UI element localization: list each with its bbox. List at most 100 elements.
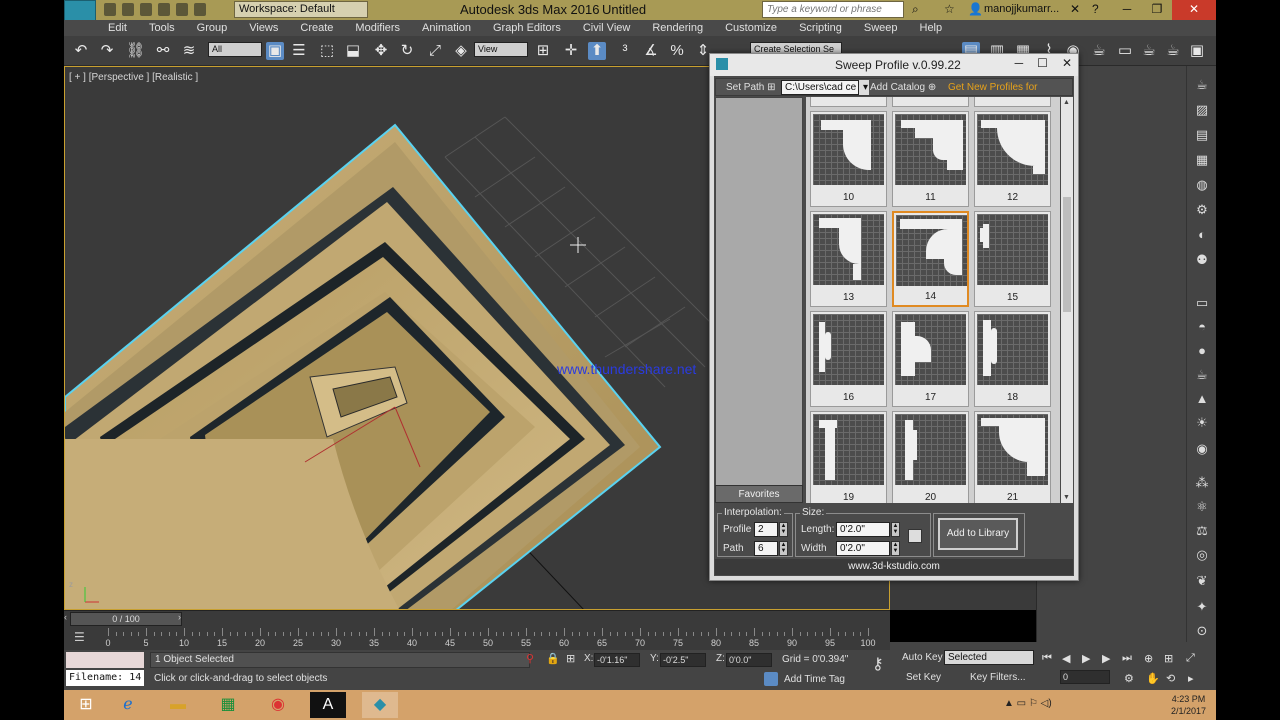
rectangular-selection-icon[interactable]: ⬚ [318,42,336,60]
tray-icons[interactable]: ▲ ▭ ⚐ ◁) [1004,698,1052,709]
save-icon[interactable] [140,3,152,16]
x-coordinate[interactable]: -0'1.16" [594,653,640,667]
window-crossing-icon[interactable]: ⬓ [344,42,362,60]
windows-start-icon[interactable]: ⊞ [68,692,104,718]
absolute-mode-icon[interactable]: ⊞ [566,652,575,665]
menu-help[interactable]: Help [920,20,943,36]
lock-icon[interactable] [908,529,922,543]
menu-views[interactable]: Views [249,20,278,36]
internet-explorer-icon[interactable]: ℯ [110,692,146,718]
scrollbar-thumb[interactable] [1063,197,1071,312]
plane-icon[interactable]: ▭ [1192,294,1212,312]
render-iterative-icon[interactable]: ☕ [1164,42,1182,60]
profile-tile[interactable]: 19 [810,411,887,503]
frame-ruler[interactable]: 0 5 10 15 20 25 30 35 40 45 50 55 60 65 70 75 80 85 90 95 10… [105,626,888,650]
zoom-icon[interactable]: ⊙ [1192,622,1212,640]
rendered-frame-icon[interactable]: ▭ [1116,42,1134,60]
teapot-2-icon[interactable]: ☕ [1192,366,1212,384]
select-manipulate-icon[interactable]: ✛ [562,42,580,60]
utilities-icon[interactable]: ⚙ [1192,201,1212,219]
store-icon[interactable]: ▦ [210,692,246,718]
maxscript-listener-input[interactable] [66,652,144,668]
time-slider-knob[interactable]: 0 / 100 [70,612,182,626]
place-icon[interactable]: ◈ [452,42,470,60]
link-icon[interactable]: ⛓ [126,42,145,60]
exchange-icon[interactable]: ✕ [1070,2,1080,16]
auto-key-button[interactable]: Auto Key [902,652,943,663]
teapot-icon[interactable]: ☕ [1192,76,1212,94]
length-input[interactable]: 0'2.0" [836,522,890,537]
z-coordinate[interactable]: 0'0.0" [726,653,772,667]
previous-frame-icon[interactable]: ◀ [1062,652,1070,665]
isolate-icon[interactable]: ⚲ [526,652,534,665]
circle-icon[interactable]: ● [1192,342,1212,360]
y-coordinate[interactable]: -0'2.5" [660,653,706,667]
globe-icon[interactable]: ◎ [1192,546,1212,564]
cone-icon[interactable]: ▲ [1192,390,1212,408]
get-new-profiles-link[interactable]: Get New Profiles for Sweep [944,80,1072,108]
menu-group[interactable]: Group [197,20,228,36]
maxscript-output[interactable]: Filename: 14 [66,670,144,686]
current-frame-input[interactable]: 0 [1060,670,1110,684]
menu-tools[interactable]: Tools [149,20,175,36]
autocad-icon[interactable]: A [310,692,346,718]
go-to-end-icon[interactable]: ⏭ [1122,652,1132,665]
scroll-down-icon[interactable]: ▼ [1063,494,1070,501]
key-icon[interactable]: ⚷ [872,654,884,674]
time-tag-icon[interactable] [764,672,778,686]
maximize-viewport-icon[interactable]: ⤢ [1186,652,1195,665]
favorites-button[interactable]: Favorites [715,485,803,503]
dialog-maximize-icon[interactable]: ☐ [1037,56,1048,70]
menu-customize[interactable]: Customize [725,20,777,36]
keyboard-shortcut-override-icon[interactable]: ⬆ [588,42,606,60]
redo-icon[interactable] [176,3,188,16]
rotate-icon[interactable]: ↻ [398,42,416,60]
profile-tile[interactable]: 21 [974,411,1051,503]
selection-filter-select[interactable]: All [208,42,262,57]
new-file-icon[interactable] [104,3,116,16]
slider-prev-icon[interactable]: ‹ [64,612,67,622]
profile-gallery[interactable]: 10 11 12 13 14 15 16 17 18 19 20 21 [806,97,1060,503]
selection-lock-icon[interactable]: 🔒 [546,652,560,665]
field-of-view-icon[interactable]: ▸ [1188,672,1194,685]
add-to-library-button[interactable]: Add to Library [938,518,1018,550]
sun-icon[interactable]: ☀ [1192,414,1212,432]
menu-create[interactable]: Create [300,20,333,36]
set-path-button[interactable]: Set Path ⊞ [722,80,780,95]
profile-tile[interactable]: 18 [974,311,1051,407]
menu-animation[interactable]: Animation [422,20,471,36]
hemisphere-icon[interactable]: ◓ [1192,318,1212,336]
profile-tile[interactable] [892,97,969,107]
username[interactable]: manojjkumarr... [984,3,1059,15]
menu-rendering[interactable]: Rendering [652,20,703,36]
project-folder-icon[interactable] [194,3,206,16]
menu-modifiers[interactable]: Modifiers [355,20,400,36]
orbit-icon[interactable]: ⟲ [1166,672,1175,685]
snaps-toggle-icon[interactable]: ³ [616,42,634,60]
key-filters-button[interactable]: Key Filters... [970,672,1026,683]
measure-icon[interactable]: ⚖ [1192,522,1212,540]
profile-tile[interactable]: 13 [810,211,887,307]
help-icon[interactable]: ? [1092,2,1099,16]
star-icon[interactable]: ☆ [944,2,955,16]
go-to-start-icon[interactable]: ⏮ [1042,652,1052,665]
time-slider[interactable]: ‹ 0 / 100 › [64,610,890,626]
search-icon[interactable]: ⌕ [912,2,919,17]
unlink-icon[interactable]: ⚯ [154,42,172,60]
modify-icon[interactable]: ▨ [1192,101,1212,119]
menu-sweep[interactable]: Sweep [864,20,898,36]
path-steps-input[interactable]: 6 [754,541,778,556]
close-button[interactable]: ✕ [1172,0,1216,20]
profile-tile[interactable] [810,97,887,107]
render-production-icon[interactable]: ☕ [1140,42,1158,60]
path-spinner[interactable]: ▲ ▼ [779,541,788,556]
menu-civil-view[interactable]: Civil View [583,20,630,36]
undo-icon[interactable]: ↶ [72,42,90,60]
angle-snap-icon[interactable]: ∡ [642,42,660,60]
render-setup-icon[interactable]: ☕ [1090,42,1108,60]
select-object-icon[interactable]: ▣ [266,42,284,60]
profile-tile[interactable]: 15 [974,211,1051,307]
set-key-button[interactable]: Set Key [906,672,941,683]
add-catalog-button[interactable]: Add Catalog ⊕ [866,80,940,95]
zoom-extents-icon[interactable]: ⊕ [1144,652,1153,665]
